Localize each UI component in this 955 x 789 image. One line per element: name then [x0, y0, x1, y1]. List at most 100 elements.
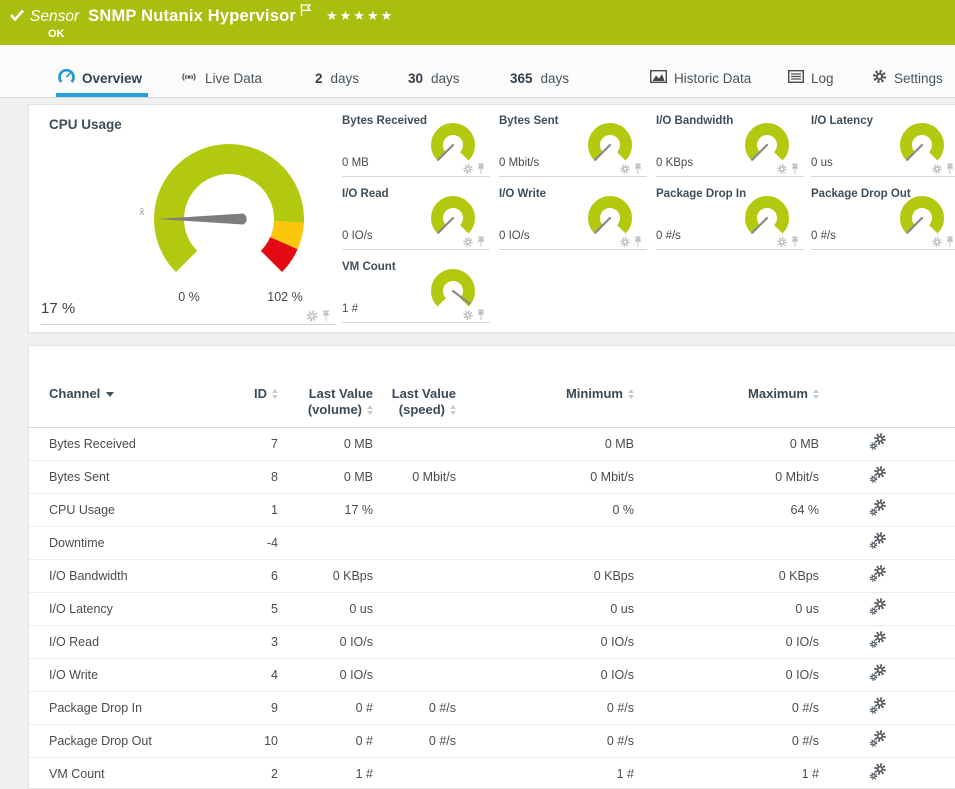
flag-icon[interactable] — [300, 3, 312, 22]
edit-channel-icon[interactable] — [869, 697, 887, 715]
edit-channel-icon[interactable] — [869, 598, 887, 616]
gauge-pin-icon[interactable] — [633, 236, 643, 248]
gauge-settings-icon[interactable] — [462, 236, 474, 248]
tab-overview[interactable]: Overview — [58, 59, 142, 97]
cell-channel: VM Count — [29, 757, 179, 789]
cell-last-value-volume: 0 IO/s — [278, 625, 373, 658]
header-last-value-speed[interactable]: Last Value (speed) — [373, 346, 456, 427]
table-row-downtime[interactable]: Downtime -4 — [29, 526, 955, 559]
status-badge: OK — [48, 28, 65, 40]
table-row-vm-count[interactable]: VM Count 2 1 # 1 # 1 # — [29, 757, 955, 789]
edit-channel-icon[interactable] — [869, 532, 887, 550]
gauge-cell-i-o-read: I/O Read 0 IO/s — [342, 186, 490, 250]
tab-log[interactable]: Log — [788, 59, 834, 97]
tab-label: days — [541, 71, 570, 86]
cell-last-value-speed — [373, 757, 456, 789]
gauge-label: CPU Usage — [49, 117, 122, 132]
gauge-pin-icon[interactable] — [945, 236, 955, 248]
cell-channel: I/O Read — [29, 625, 179, 658]
gear-icon — [872, 69, 887, 87]
cell-id: -4 — [179, 526, 278, 559]
gauge-settings-icon[interactable] — [306, 310, 318, 322]
gauge-settings-icon[interactable] — [776, 236, 788, 248]
header-last-value-volume[interactable]: Last Value (volume) — [278, 346, 373, 427]
tab-2-days[interactable]: 2 days — [315, 59, 359, 97]
content-area: CPU Usage x̄ 0 % 102 % 17 % Bytes Receiv… — [0, 98, 955, 789]
cell-id: 2 — [179, 757, 278, 789]
gauge-pin-icon[interactable] — [945, 163, 955, 175]
cell-last-value-speed: 0 #/s — [373, 691, 456, 724]
gauge-settings-icon[interactable] — [619, 236, 631, 248]
gauge-settings-icon[interactable] — [776, 163, 788, 175]
edit-channel-icon[interactable] — [869, 565, 887, 583]
edit-channel-icon[interactable] — [869, 433, 887, 451]
cpu-gauge-chart: x̄ — [131, 135, 321, 287]
table-row-package-drop-out[interactable]: Package Drop Out 10 0 # 0 #/s 0 #/s 0 #/… — [29, 724, 955, 757]
gauge-settings-icon[interactable] — [619, 163, 631, 175]
header-minimum[interactable]: Minimum — [456, 346, 634, 427]
gauge-label: I/O Bandwidth — [656, 115, 733, 127]
edit-channel-icon[interactable] — [869, 631, 887, 649]
table-row-i-o-read[interactable]: I/O Read 3 0 IO/s 0 IO/s 0 IO/s — [29, 625, 955, 658]
gauge-value: 0 #/s — [656, 230, 681, 242]
cell-last-value-volume: 0 # — [278, 724, 373, 757]
gauge-settings-icon[interactable] — [462, 163, 474, 175]
edit-channel-icon[interactable] — [869, 730, 887, 748]
gauge-pin-icon[interactable] — [633, 163, 643, 175]
priority-stars[interactable]: ★★★★★ — [326, 8, 394, 24]
gauge-pin-icon[interactable] — [321, 310, 331, 322]
gauge-label: Bytes Received — [342, 115, 427, 127]
gauge-cell-i-o-latency: I/O Latency 0 us — [811, 113, 955, 177]
cell-last-value-volume: 17 % — [278, 493, 373, 526]
cell-minimum: 0 MB — [456, 427, 634, 460]
header-id[interactable]: ID — [179, 346, 278, 427]
tab-30-days[interactable]: 30 days — [408, 59, 460, 97]
cell-maximum: 0 Mbit/s — [634, 460, 819, 493]
edit-channel-icon[interactable] — [869, 763, 887, 781]
header-channel[interactable]: Channel — [29, 346, 179, 427]
gauge-settings-icon[interactable] — [931, 163, 943, 175]
cell-id: 5 — [179, 592, 278, 625]
cell-channel: Package Drop In — [29, 691, 179, 724]
cell-last-value-speed — [373, 526, 456, 559]
gauge-pin-icon[interactable] — [476, 236, 486, 248]
tab-365-days[interactable]: 365 days — [510, 59, 569, 97]
table-row-bytes-received[interactable]: Bytes Received 7 0 MB 0 MB 0 MB — [29, 427, 955, 460]
table-row-i-o-bandwidth[interactable]: I/O Bandwidth 6 0 KBps 0 KBps 0 KBps — [29, 559, 955, 592]
area-chart-icon — [650, 70, 667, 86]
tab-label: Live Data — [205, 71, 262, 86]
table-header-row: Channel ID Last Value (volume) Last Valu… — [29, 346, 955, 427]
gauge-value: 0 IO/s — [499, 230, 530, 242]
gauge-cell-i-o-bandwidth: I/O Bandwidth 0 KBps — [656, 113, 804, 177]
cell-channel: Downtime — [29, 526, 179, 559]
gauge-pin-icon[interactable] — [476, 163, 486, 175]
table-row-package-drop-in[interactable]: Package Drop In 9 0 # 0 #/s 0 #/s 0 #/s — [29, 691, 955, 724]
table-row-cpu-usage[interactable]: CPU Usage 1 17 % 0 % 64 % — [29, 493, 955, 526]
table-row-bytes-sent[interactable]: Bytes Sent 8 0 MB 0 Mbit/s 0 Mbit/s 0 Mb… — [29, 460, 955, 493]
gauge-pin-icon[interactable] — [790, 236, 800, 248]
edit-channel-icon[interactable] — [869, 499, 887, 517]
cell-maximum: 1 # — [634, 757, 819, 789]
cell-last-value-volume: 0 us — [278, 592, 373, 625]
gauge-value: 0 IO/s — [342, 230, 373, 242]
gauge-pin-icon[interactable] — [476, 309, 486, 321]
cell-id: 10 — [179, 724, 278, 757]
cell-minimum: 0 Mbit/s — [456, 460, 634, 493]
cell-minimum: 0 KBps — [456, 559, 634, 592]
tab-historic-data[interactable]: Historic Data — [650, 59, 751, 97]
table-row-i-o-write[interactable]: I/O Write 4 0 IO/s 0 IO/s 0 IO/s — [29, 658, 955, 691]
tab-live-data[interactable]: Live Data — [180, 59, 262, 97]
cell-maximum: 0 #/s — [634, 724, 819, 757]
gauge-label: I/O Write — [499, 188, 546, 200]
gauge-settings-icon[interactable] — [931, 236, 943, 248]
header-maximum[interactable]: Maximum — [634, 346, 819, 427]
table-row-i-o-latency[interactable]: I/O Latency 5 0 us 0 us 0 us — [29, 592, 955, 625]
edit-channel-icon[interactable] — [869, 466, 887, 484]
gauge-label: Bytes Sent — [499, 115, 558, 127]
gauge-pin-icon[interactable] — [790, 163, 800, 175]
sort-icon — [450, 405, 456, 415]
gauge-settings-icon[interactable] — [462, 309, 474, 321]
edit-channel-icon[interactable] — [869, 664, 887, 682]
tab-settings[interactable]: Settings — [872, 59, 943, 97]
gauge-cell-package-drop-out: Package Drop Out 0 #/s — [811, 186, 955, 250]
